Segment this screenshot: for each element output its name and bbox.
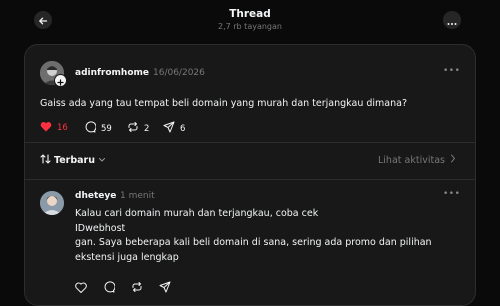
post-username[interactable]: adinfromhome <box>75 68 149 78</box>
top-bar: Thread 2,7 rb tayangan <box>0 0 500 42</box>
reply-time: 1 menit <box>120 191 155 201</box>
more-horizontal-icon: ••• <box>443 66 461 76</box>
like-button[interactable] <box>75 278 87 297</box>
reply-text: Kalau cari domain murah dan terjangkau, … <box>75 207 465 265</box>
reply-button[interactable]: 59 <box>84 121 112 136</box>
divider <box>25 142 475 143</box>
post-text: Gaiss ada yang tau tempat beli domain ya… <box>40 98 407 109</box>
reply-line: ekstensi juga lengkap <box>75 251 179 263</box>
activity-label: Lihat aktivitas <box>378 154 445 166</box>
share-button[interactable]: 6 <box>163 121 185 136</box>
view-count: 2,7 rb tayangan <box>218 22 282 31</box>
repost-icon <box>131 278 143 297</box>
sort-icon <box>40 154 51 167</box>
send-icon <box>159 278 171 297</box>
heart-icon <box>40 121 52 135</box>
heart-icon <box>75 278 87 297</box>
follow-button[interactable] <box>54 74 67 87</box>
comment-icon <box>103 278 116 297</box>
page-title: Thread <box>229 8 271 20</box>
sort-dropdown[interactable]: Terbaru <box>40 154 106 167</box>
more-horizontal-icon: ••• <box>443 189 461 199</box>
reply-line: IDwebhost <box>75 222 126 234</box>
share-count: 6 <box>180 123 186 134</box>
sort-label: Terbaru <box>54 155 96 166</box>
post-more-button[interactable]: ••• <box>443 66 460 76</box>
more-options-button[interactable] <box>443 11 461 29</box>
reply-button[interactable] <box>103 278 116 297</box>
reply-line: gan. Saya beberapa kali beli domain di s… <box>75 237 432 248</box>
plus-icon <box>57 71 64 90</box>
like-count: 16 <box>57 123 68 133</box>
repost-count: 2 <box>144 123 150 134</box>
post-date: 16/06/2026 <box>153 68 205 78</box>
repost-button[interactable] <box>131 278 143 297</box>
divider <box>25 179 475 180</box>
reply-username[interactable]: dheteye <box>75 191 116 201</box>
like-button[interactable]: 16 <box>40 121 68 135</box>
repost-button[interactable]: 2 <box>127 121 149 136</box>
view-activity-link[interactable]: Lihat aktivitas <box>378 154 456 166</box>
reply-actions <box>75 278 171 297</box>
chevron-down-icon <box>98 155 106 166</box>
avatar[interactable] <box>40 191 64 215</box>
share-button[interactable] <box>159 278 171 297</box>
repost-icon <box>127 121 139 136</box>
send-icon <box>163 121 175 136</box>
reply-line: Kalau cari domain murah dan terjangkau, … <box>75 208 319 219</box>
more-horizontal-icon <box>447 11 457 30</box>
comment-icon <box>84 121 97 136</box>
thread-panel: adinfromhome 16/06/2026 ••• Gaiss ada ya… <box>24 44 476 306</box>
reply-count: 59 <box>101 123 112 134</box>
reply-more-button[interactable]: ••• <box>443 189 460 199</box>
chevron-right-icon <box>450 154 456 166</box>
header-title-group: Thread 2,7 rb tayangan <box>0 8 500 31</box>
